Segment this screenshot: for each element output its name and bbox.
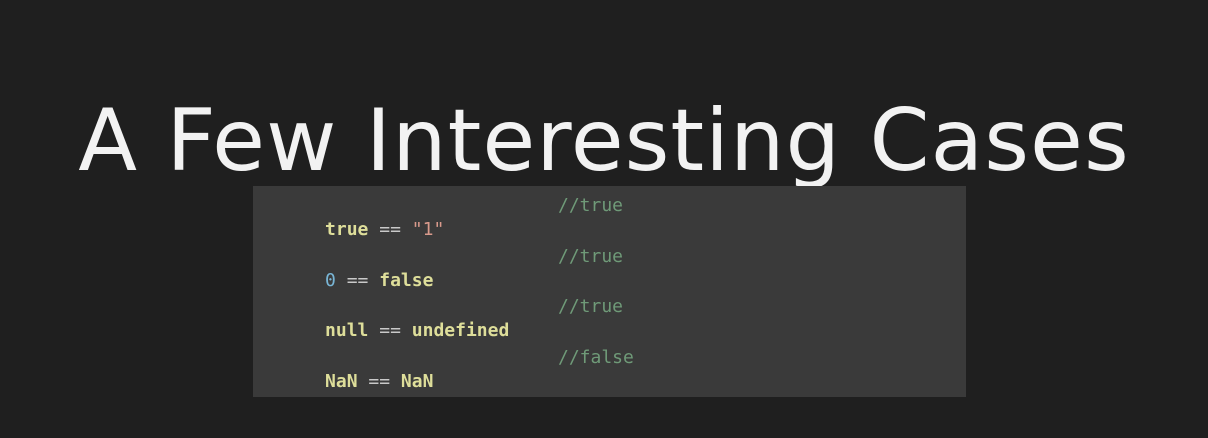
code-line: NaN == NaN //false bbox=[260, 346, 960, 392]
code-comment: //true bbox=[558, 195, 624, 216]
code-right-operand: false bbox=[379, 270, 434, 291]
code-operator: == bbox=[379, 219, 401, 240]
code-operator: == bbox=[379, 320, 401, 341]
code-line: 0 == false //true bbox=[260, 245, 960, 291]
slide: A Few Interesting Cases true == "1" //tru… bbox=[0, 0, 1208, 438]
code-left-operand: 0 bbox=[325, 270, 336, 291]
code-right-operand: NaN bbox=[400, 371, 434, 392]
code-comment: //true bbox=[558, 246, 624, 267]
code-operator: == bbox=[346, 270, 369, 291]
code-comment: //false bbox=[558, 347, 634, 368]
code-left-operand: null bbox=[325, 320, 369, 341]
code-operator: == bbox=[368, 371, 391, 392]
code-left-operand: true bbox=[325, 219, 369, 240]
code-right-operand: "1" bbox=[411, 219, 445, 240]
code-line: true == "1" //true bbox=[260, 194, 960, 240]
code-line: null == undefined //true bbox=[260, 295, 960, 341]
code-right-operand: undefined bbox=[411, 320, 510, 341]
code-comment: //true bbox=[558, 296, 624, 317]
code-block: true == "1" //true 0 == false //true null … bbox=[253, 186, 966, 397]
code-left-operand: NaN bbox=[325, 371, 358, 392]
slide-title: A Few Interesting Cases bbox=[78, 90, 1130, 191]
